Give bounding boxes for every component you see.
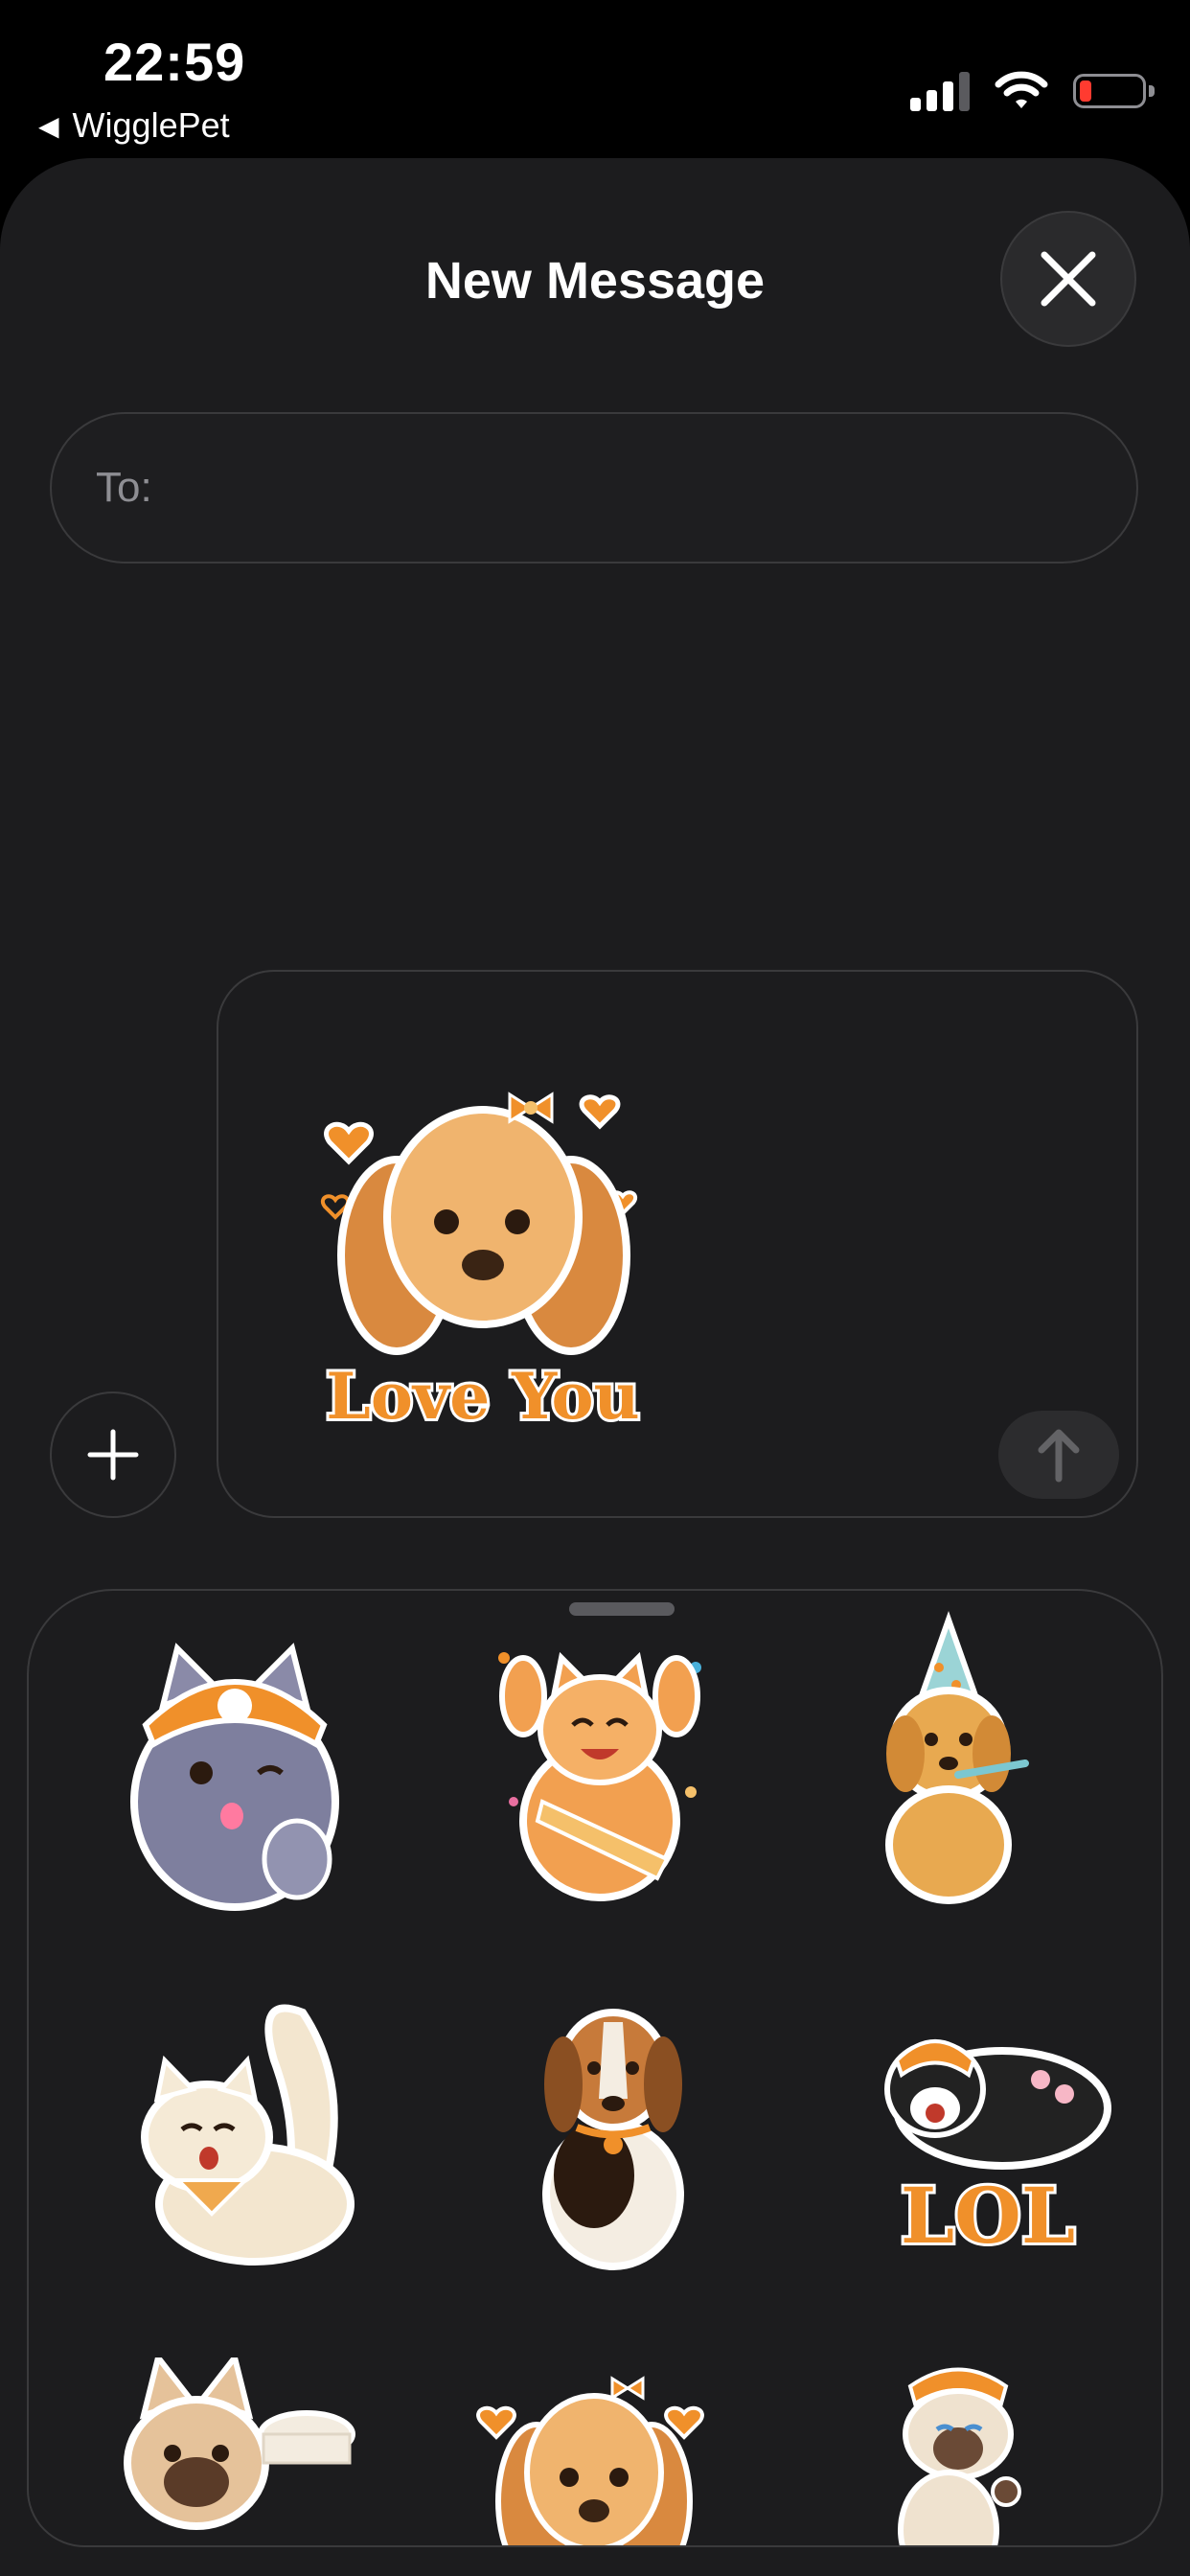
wifi-icon [995, 71, 1048, 108]
to-recipient-field[interactable]: To: [50, 412, 1138, 564]
close-icon [1041, 251, 1096, 307]
status-icons [910, 71, 1155, 111]
arrow-up-icon [1038, 1429, 1080, 1483]
sticker-golden-retriever-party-hat[interactable] [853, 1610, 1073, 1907]
sticker-caption-lol: LOL [901, 2171, 1075, 2261]
sticker-french-bulldog-bowl[interactable] [115, 2358, 364, 2547]
plus-icon [87, 1429, 139, 1481]
battery-icon [1073, 74, 1155, 108]
status-time: 22:59 [103, 32, 246, 92]
send-button[interactable] [998, 1411, 1119, 1499]
cellular-signal-icon [910, 71, 970, 111]
to-label: To: [96, 464, 152, 511]
sticker-beagle-sitting[interactable] [517, 1984, 709, 2271]
sticker-gray-cat-wink[interactable] [125, 1629, 345, 1917]
tray-grabber-handle[interactable] [569, 1602, 675, 1616]
close-button[interactable] [1000, 211, 1136, 347]
attached-sticker-cocker-spaniel[interactable]: Love You [320, 1073, 665, 1443]
sticker-siamese-cat-ok[interactable] [872, 2358, 1054, 2547]
add-attachment-button[interactable] [50, 1392, 176, 1518]
sticker-orange-cat-celebrating[interactable] [485, 1629, 715, 1907]
sticker-fluffy-cat-stretching[interactable] [121, 1984, 370, 2271]
sticker-tray: LOL [27, 1589, 1163, 2547]
sticker-cocker-spaniel-hearts[interactable] [469, 2358, 719, 2547]
back-to-app-button[interactable]: ◀ WigglePet [38, 105, 230, 146]
back-triangle-icon: ◀ [38, 110, 59, 141]
sticker-tuxedo-cat-lol[interactable]: LOL [858, 2003, 1117, 2262]
message-compose-field[interactable]: Love You [217, 970, 1138, 1518]
sticker-caption: Love You [326, 1359, 639, 1434]
back-app-label: WigglePet [72, 105, 230, 145]
